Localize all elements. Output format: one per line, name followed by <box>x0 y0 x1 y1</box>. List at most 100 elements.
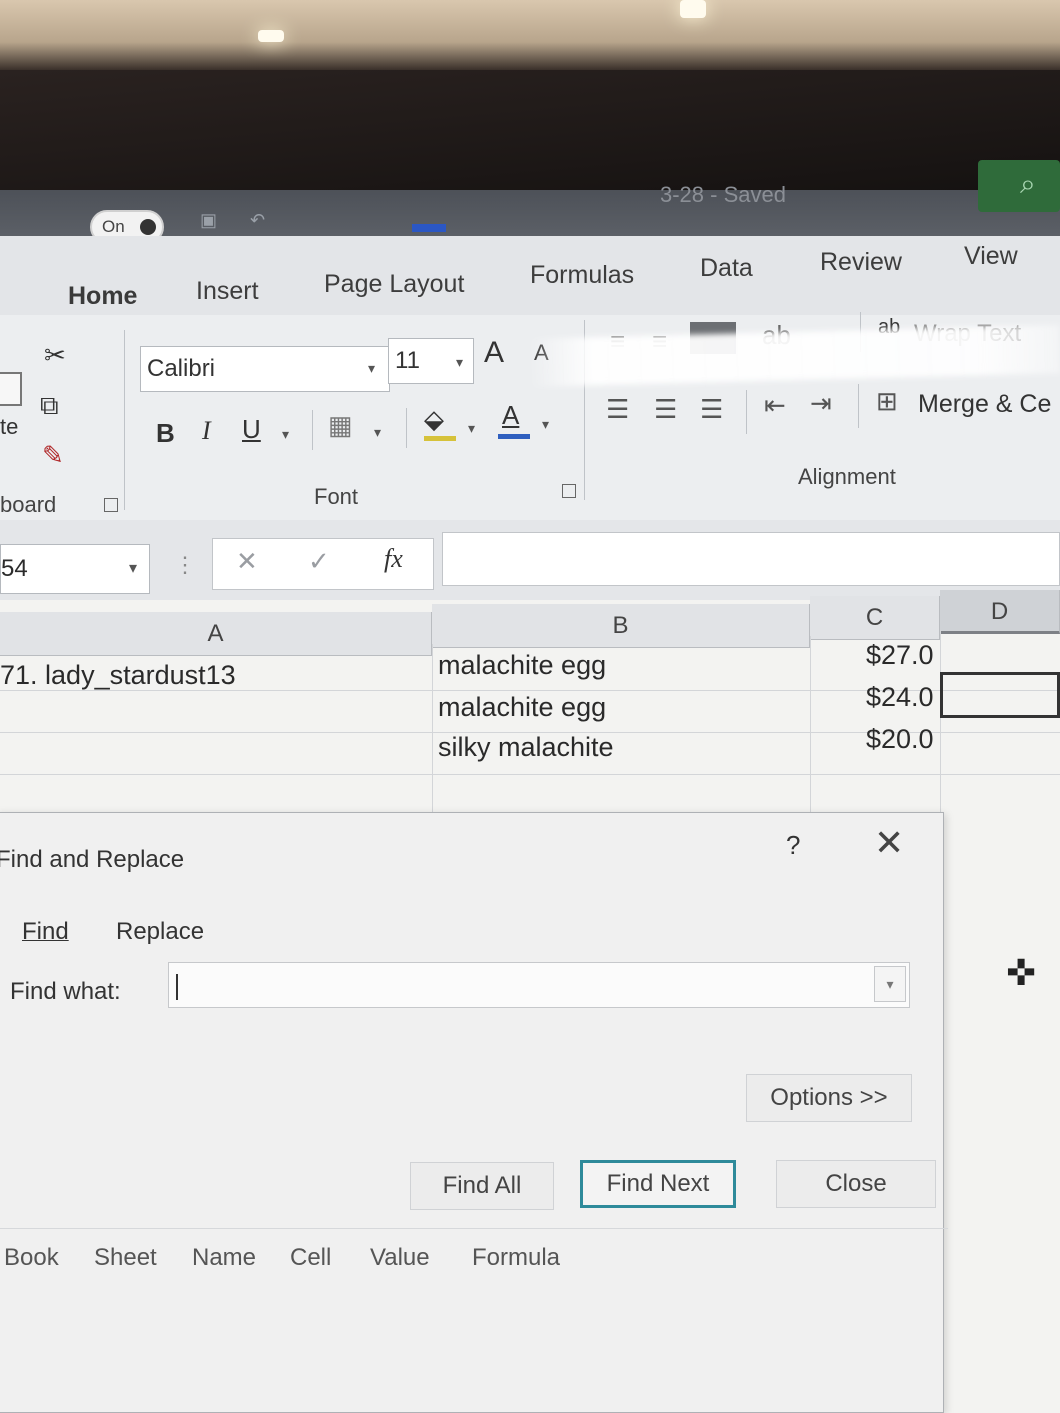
formula-input[interactable] <box>442 532 1060 586</box>
undo-icon[interactable]: ↶ <box>250 210 265 231</box>
results-header-separator <box>0 1228 948 1229</box>
tab-find[interactable]: Find <box>22 918 69 946</box>
results-col-value[interactable]: Value <box>370 1244 430 1272</box>
tab-review[interactable]: Review <box>820 248 902 277</box>
results-col-book[interactable]: Book <box>4 1244 59 1272</box>
cell-c3[interactable]: $20.0 <box>866 724 934 755</box>
results-col-name[interactable]: Name <box>192 1244 256 1272</box>
bold-button[interactable]: B <box>156 418 175 449</box>
cut-icon[interactable]: ✂ <box>44 340 66 371</box>
tab-page-layout[interactable]: Page Layout <box>324 270 464 299</box>
group-separator <box>746 390 747 434</box>
font-name-box[interactable]: Calibri <box>140 346 390 392</box>
column-header-d[interactable]: D <box>940 590 1060 634</box>
close-button[interactable]: Close <box>776 1160 936 1208</box>
underline-dropdown-icon[interactable]: ▾ <box>282 426 289 443</box>
find-what-input[interactable] <box>168 962 910 1008</box>
borders-icon[interactable]: ▦ <box>328 410 353 441</box>
tab-replace[interactable]: Replace <box>116 918 204 946</box>
tab-view[interactable]: View <box>964 242 1018 271</box>
fill-color-dropdown-icon[interactable]: ▾ <box>468 420 475 437</box>
tab-formulas[interactable]: Formulas <box>530 261 634 290</box>
formula-bar-grip-icon: ⋮ <box>174 552 196 577</box>
merge-center-button[interactable]: Merge & Ce <box>918 390 1051 419</box>
toggle-knob-icon <box>140 219 156 235</box>
format-painter-icon[interactable]: ✎ <box>42 440 64 471</box>
font-color-icon[interactable]: A <box>502 400 519 431</box>
tab-data[interactable]: Data <box>700 254 753 283</box>
font-color-dropdown-icon[interactable]: ▾ <box>542 416 549 433</box>
help-button[interactable]: ? <box>786 830 800 861</box>
paste-label: te <box>0 414 19 439</box>
save-icon[interactable]: ▣ <box>200 210 217 231</box>
column-header-c[interactable]: C <box>810 596 940 640</box>
italic-button[interactable]: I <box>202 416 211 446</box>
group-separator <box>124 330 125 510</box>
document-title: 3-28 - Saved <box>660 182 786 207</box>
active-cell-d2[interactable] <box>940 672 1060 718</box>
underline-button[interactable]: U <box>242 414 261 445</box>
results-col-formula[interactable]: Formula <box>472 1244 560 1272</box>
name-box[interactable]: 54 ▾ <box>0 544 150 594</box>
group-separator <box>406 408 407 448</box>
clipboard-launcher-icon[interactable] <box>104 498 118 512</box>
cell-b1[interactable]: malachite egg <box>438 650 606 681</box>
results-col-sheet[interactable]: Sheet <box>94 1244 157 1272</box>
cell-a1[interactable]: 71. lady_stardust13 <box>0 660 236 691</box>
ceiling-light <box>258 30 284 42</box>
text-caret <box>176 974 178 1000</box>
column-header-b[interactable]: B <box>432 604 810 648</box>
column-gridline <box>810 636 811 816</box>
align-left-icon[interactable]: ☰ <box>606 394 629 425</box>
copy-icon[interactable]: ⧉ <box>40 390 59 422</box>
find-what-dropdown-icon[interactable]: ▾ <box>874 966 906 1002</box>
cell-b3[interactable]: silky malachite <box>438 732 614 763</box>
fill-color-icon[interactable]: ⬙ <box>424 404 444 435</box>
font-size-dropdown-icon[interactable]: ▾ <box>456 354 463 371</box>
dialog-close-icon[interactable]: ✕ <box>874 822 904 864</box>
find-what-label: Find what: <box>10 978 121 1005</box>
column-header-a[interactable]: A <box>0 612 432 656</box>
ceiling-background <box>0 0 1060 70</box>
monitor-bezel <box>0 70 1060 200</box>
tab-insert[interactable]: Insert <box>196 277 259 306</box>
results-col-cell[interactable]: Cell <box>290 1244 331 1272</box>
paste-icon[interactable] <box>0 372 22 406</box>
font-launcher-icon[interactable] <box>562 484 576 498</box>
search-button[interactable]: ⌕ <box>978 160 1060 212</box>
find-next-button[interactable]: Find Next <box>580 1160 736 1208</box>
autosave-state: On <box>102 217 125 236</box>
name-box-dropdown-icon[interactable]: ▾ <box>129 545 137 593</box>
increase-indent-icon[interactable]: ⇥ <box>810 388 832 419</box>
ceiling-light <box>680 0 706 18</box>
cell-c2[interactable]: $24.0 <box>866 682 934 713</box>
borders-dropdown-icon[interactable]: ▾ <box>374 424 381 441</box>
alignment-group-label: Alignment <box>798 464 896 489</box>
group-separator <box>858 384 859 428</box>
column-gridline <box>432 644 433 814</box>
confirm-entry-button[interactable]: ✓ <box>308 546 330 577</box>
search-icon: ⌕ <box>1020 168 1036 199</box>
find-all-button[interactable]: Find All <box>410 1162 554 1210</box>
fill-color-swatch <box>424 436 456 441</box>
tab-home[interactable]: Home <box>68 282 137 311</box>
align-right-icon[interactable]: ☰ <box>700 394 723 425</box>
font-group-label: Font <box>314 484 359 509</box>
merge-icon[interactable]: ⊞ <box>876 386 898 417</box>
clipboard-group-label: board <box>0 492 57 517</box>
options-button[interactable]: Options >> <box>746 1074 912 1122</box>
cell-c1[interactable]: $27.0 <box>866 640 934 671</box>
grow-font-icon[interactable]: A <box>484 336 504 370</box>
decrease-indent-icon[interactable]: ⇤ <box>764 390 786 421</box>
insert-function-button[interactable]: fx <box>384 544 403 574</box>
font-name-dropdown-icon[interactable]: ▾ <box>368 360 375 377</box>
cell-b2[interactable]: malachite egg <box>438 692 606 723</box>
name-box-value: 54 <box>1 555 28 582</box>
cancel-entry-button[interactable]: ✕ <box>236 546 258 577</box>
dialog-title: Find and Replace <box>0 846 185 873</box>
align-center-icon[interactable]: ☰ <box>654 394 677 425</box>
group-separator <box>312 410 313 450</box>
row-gridline <box>0 774 1060 775</box>
font-color-quick-icon[interactable] <box>412 224 446 232</box>
mouse-cursor-icon: ✜ <box>1006 952 1037 993</box>
